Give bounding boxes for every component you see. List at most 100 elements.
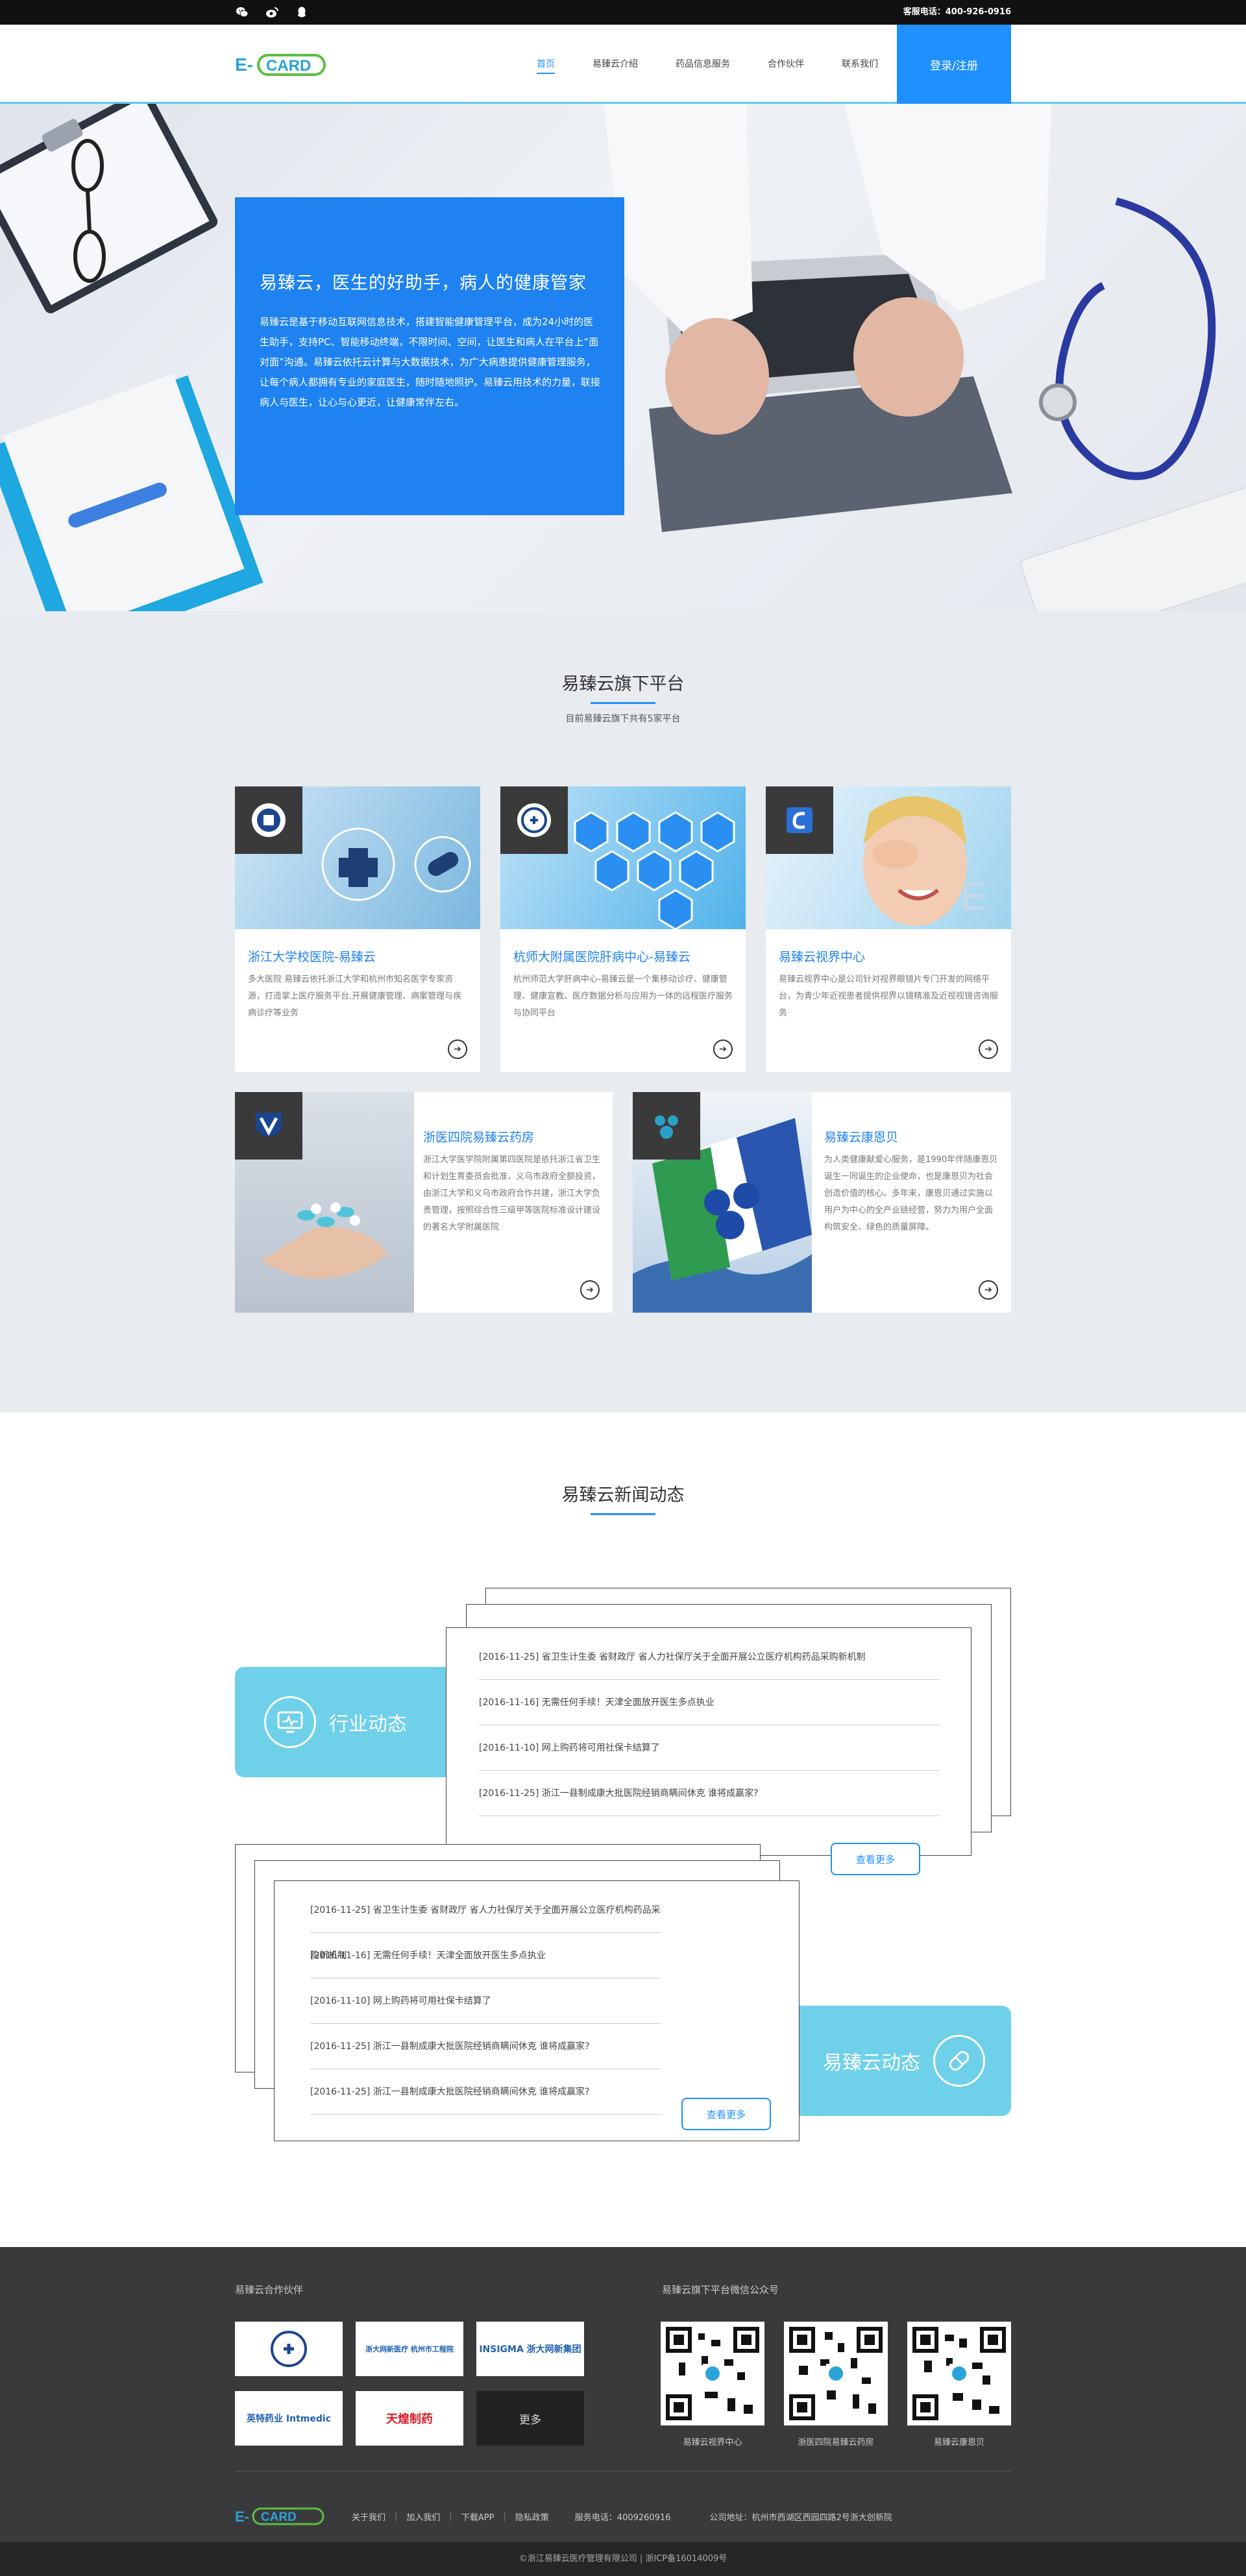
company-news-tab[interactable]: 易臻云动态: [779, 2006, 1011, 2116]
qr-code-conba: [907, 2322, 1011, 2425]
card-title: 浙江大学校医院-易臻云: [248, 950, 376, 964]
platform-card-vision-center[interactable]: E 易臻云视界中心 易臻云视界中心是公司针对视界眼镜片专门开发的网络平台，为青少…: [766, 786, 1011, 1072]
divider: |: [503, 2511, 506, 2521]
arrow-right-icon[interactable]: ➔: [979, 1280, 998, 1300]
zju-logo-badge: [235, 786, 302, 854]
news-item[interactable]: [2016-11-25] 浙江一县制成康大批医院经销商瞒间休克 谁将成赢家?: [310, 2024, 661, 2069]
liver-center-logo-badge: [500, 786, 568, 854]
conba-logo-badge: [633, 1092, 700, 1160]
login-register-button[interactable]: 登录/注册: [897, 25, 1011, 104]
card-title: 易臻云康恩贝: [824, 1130, 899, 1145]
platform-card-conba[interactable]: 易臻云康恩贝 为人类健康献爱心服务，是1990年伴随康恩贝诞生一同诞生的企业使命…: [633, 1092, 1011, 1313]
hero-description: 易臻云是基于移动互联网信息技术，搭建智能健康管理平台，成为24小时的医生助手，支…: [260, 316, 601, 408]
arrow-right-icon[interactable]: ➔: [580, 1280, 600, 1300]
industry-news-panel: [2016-11-25] 省卫生计生委 省财政厅 省人力社保厅关于全面开展公立医…: [446, 1627, 971, 1856]
qr-caption: 浙医四院易臻云药房: [798, 2438, 874, 2448]
footer-link-privacy[interactable]: 隐私政策: [515, 2510, 549, 2523]
qr-code-zju4-pharmacy: [784, 2322, 888, 2425]
platforms-title: 易臻云旗下平台: [561, 674, 685, 694]
card-description: 浙江大学医学院附属第四医院是依托浙江省卫生和计划生育委员会批准，义乌市政府全额投…: [423, 1155, 601, 1232]
industry-more-button[interactable]: 查看更多: [831, 1843, 920, 1875]
company-more-button[interactable]: 查看更多: [681, 2098, 771, 2130]
title-underline: [591, 702, 655, 704]
hero-title: 易臻云，医生的好助手，病人的健康管家: [260, 273, 587, 293]
partner-logo-tianhuang[interactable]: 天煌制药: [356, 2391, 463, 2446]
svg-text:CARD: CARD: [266, 57, 311, 75]
platform-card-liver-center[interactable]: 杭师大附属医院肝病中心-易臻云 杭州师范大学肝病中心-易臻云是一个集移动诊疗、健…: [500, 786, 746, 1072]
company-address: 公司地址：杭州市西湖区西园四路2号浙大创新院: [709, 2512, 892, 2523]
card-description: 多大医院 易臻云依托浙江大学和杭州市知名医学专家资源，打造掌上医疗服务平台,开展…: [248, 975, 462, 1018]
monitor-icon: [264, 1696, 316, 1748]
news-item[interactable]: [2016-11-10] 网上购药将可用社保卡结算了: [479, 1725, 940, 1771]
card-title: 杭师大附属医院肝病中心-易臻云: [513, 950, 690, 964]
footer-links: E- CARD 关于我们 | 加入我们 | 下载APP | 隐私政策 服务电话：4…: [235, 2507, 892, 2526]
top-bar: 客服电话：400-926-0916: [0, 0, 1246, 25]
news-item[interactable]: [2016-11-16] 无需任何手续！天津全面放开医生多点执业: [479, 1680, 940, 1725]
platform-card-zju4-pharmacy[interactable]: 浙医四院易臻云药房 浙江大学医学院附属第四医院是依托浙江省卫生和计划生育委员会批…: [235, 1092, 613, 1313]
site-logo[interactable]: E- CARD: [235, 52, 326, 78]
svg-text:CARD: CARD: [261, 2510, 297, 2524]
arrow-right-icon[interactable]: ➔: [713, 1039, 733, 1059]
service-phone: 服务电话：4009260916: [574, 2512, 671, 2523]
divider: |: [449, 2511, 452, 2521]
footer-link-about[interactable]: 关于我们: [352, 2510, 385, 2523]
copyright-bar: ©浙江易臻云医疗管理有限公司 | 浙ICP备16014009号: [0, 2542, 1246, 2576]
site-header: E- CARD 首页 易臻云介绍 药品信息服务 合作伙伴 联系我们 登录/注册: [0, 25, 1246, 104]
divider: |: [395, 2511, 398, 2521]
card-description: 为人类健康献爱心服务，是1990年伴随康恩贝诞生一同诞生的企业使命，也是康恩贝为…: [824, 1155, 998, 1232]
card-description: 易臻云视界中心是公司针对视界眼镜片专门开发的网络平台，为青少年近视患者提供视界以…: [779, 975, 999, 1018]
svg-text:E-: E-: [235, 2509, 249, 2525]
vision-center-logo-badge: [766, 786, 833, 854]
qr-caption: 易臻云康恩贝: [933, 2438, 984, 2448]
partner-logo-intmedic[interactable]: 英特药业 Intmedic: [235, 2391, 343, 2446]
partners-title: 易臻云合作伙伴: [235, 2284, 304, 2296]
nav-drug-info[interactable]: 药品信息服务: [657, 25, 749, 104]
news-item[interactable]: [2016-11-16] 无需任何手续！天津全面放开医生多点执业: [310, 1933, 661, 1978]
industry-news-label: 行业动态: [329, 1713, 407, 1736]
title-underline: [591, 1513, 655, 1515]
qq-icon[interactable]: [295, 5, 309, 19]
news-item[interactable]: [2016-11-25] 浙江一县制成康大批医院经销商瞒间休克 谁将成赢家?: [310, 2069, 661, 2115]
arrow-right-icon[interactable]: ➔: [448, 1039, 467, 1059]
partner-logo-zju[interactable]: [235, 2322, 343, 2376]
hero-banner: 易臻云，医生的好助手，病人的健康管家 易臻云是基于移动互联网信息技术，搭建智能健…: [0, 104, 1246, 611]
partner-logo-insigma-medical[interactable]: 浙大网新医疗 杭州市工程院: [356, 2322, 463, 2376]
pill-icon: [933, 2035, 985, 2087]
news-item[interactable]: [2016-11-25] 浙江一县制成康大批医院经销商瞒间休克 谁将成赢家?: [479, 1771, 940, 1816]
news-item[interactable]: [2016-11-25] 省卫生计生委 省财政厅 省人力社保厅关于全面开展公立医…: [310, 1888, 661, 1961]
footer-divider: [235, 2471, 1011, 2472]
news-item[interactable]: [2016-11-25] 省卫生计生委 省财政厅 省人力社保厅关于全面开展公立医…: [479, 1634, 940, 1680]
footer-link-join[interactable]: 加入我们: [406, 2510, 440, 2523]
partner-logo-insigma[interactable]: INSIGMA 浙大网新集团: [476, 2322, 584, 2376]
nav-partners[interactable]: 合作伙伴: [749, 25, 823, 104]
svg-text:E-: E-: [235, 55, 253, 75]
platforms-section: 易臻云旗下平台 目前易臻云旗下共有5家平台 浙江大学校医院-易臻云 多大医院 易…: [0, 611, 1246, 1413]
qr-code-vision-center: [661, 2322, 764, 2425]
zju4-logo-badge: [235, 1092, 302, 1160]
news-item[interactable]: [2016-11-10] 网上购药将可用社保卡结算了: [310, 1978, 661, 2024]
hotline-text: 客服电话：400-926-0916: [903, 7, 1011, 17]
platforms-subtitle: 目前易臻云旗下共有5家平台: [565, 714, 681, 724]
wechat-icon[interactable]: [235, 5, 249, 19]
social-icons: [235, 0, 309, 25]
nav-home[interactable]: 首页: [518, 25, 574, 104]
footer-logo[interactable]: E- CARD: [235, 2507, 326, 2526]
hero-intro-panel: 易臻云，医生的好助手，病人的健康管家 易臻云是基于移动互联网信息技术，搭建智能健…: [235, 197, 624, 515]
platform-card-zju-hospital[interactable]: 浙江大学校医院-易臻云 多大医院 易臻云依托浙江大学和杭州市知名医学专家资源，打…: [235, 786, 480, 1072]
qr-caption: 易臻云视界中心: [683, 2438, 742, 2448]
card-description: 杭州师范大学肝病中心-易臻云是一个集移动诊疗、健康管理、健康宣教、医疗数据分析与…: [513, 975, 733, 1018]
main-nav: 首页 易臻云介绍 药品信息服务 合作伙伴 联系我们: [518, 25, 897, 104]
footer-link-app[interactable]: 下载APP: [461, 2510, 495, 2523]
weibo-icon[interactable]: [265, 5, 279, 19]
news-section: 易臻云新闻动态 行业动态 [2016-11-25] 省卫生计生委 省财政厅 省人…: [0, 1413, 1246, 2247]
nav-about[interactable]: 易臻云介绍: [574, 25, 657, 104]
svg-text:E: E: [960, 875, 986, 918]
news-title: 易臻云新闻动态: [561, 1485, 685, 1505]
nav-contact[interactable]: 联系我们: [823, 25, 897, 104]
arrow-right-icon[interactable]: ➔: [979, 1039, 998, 1059]
site-footer: 易臻云合作伙伴 易臻云旗下平台微信公众号 浙大网新医疗 杭州市工程院 INSIG…: [0, 2247, 1246, 2542]
company-news-label: 易臻云动态: [823, 2052, 920, 2074]
partners-more-button[interactable]: 更多: [476, 2391, 584, 2446]
card-title: 浙医四院易臻云药房: [423, 1130, 535, 1145]
wechat-accounts-title: 易臻云旗下平台微信公众号: [662, 2284, 779, 2296]
